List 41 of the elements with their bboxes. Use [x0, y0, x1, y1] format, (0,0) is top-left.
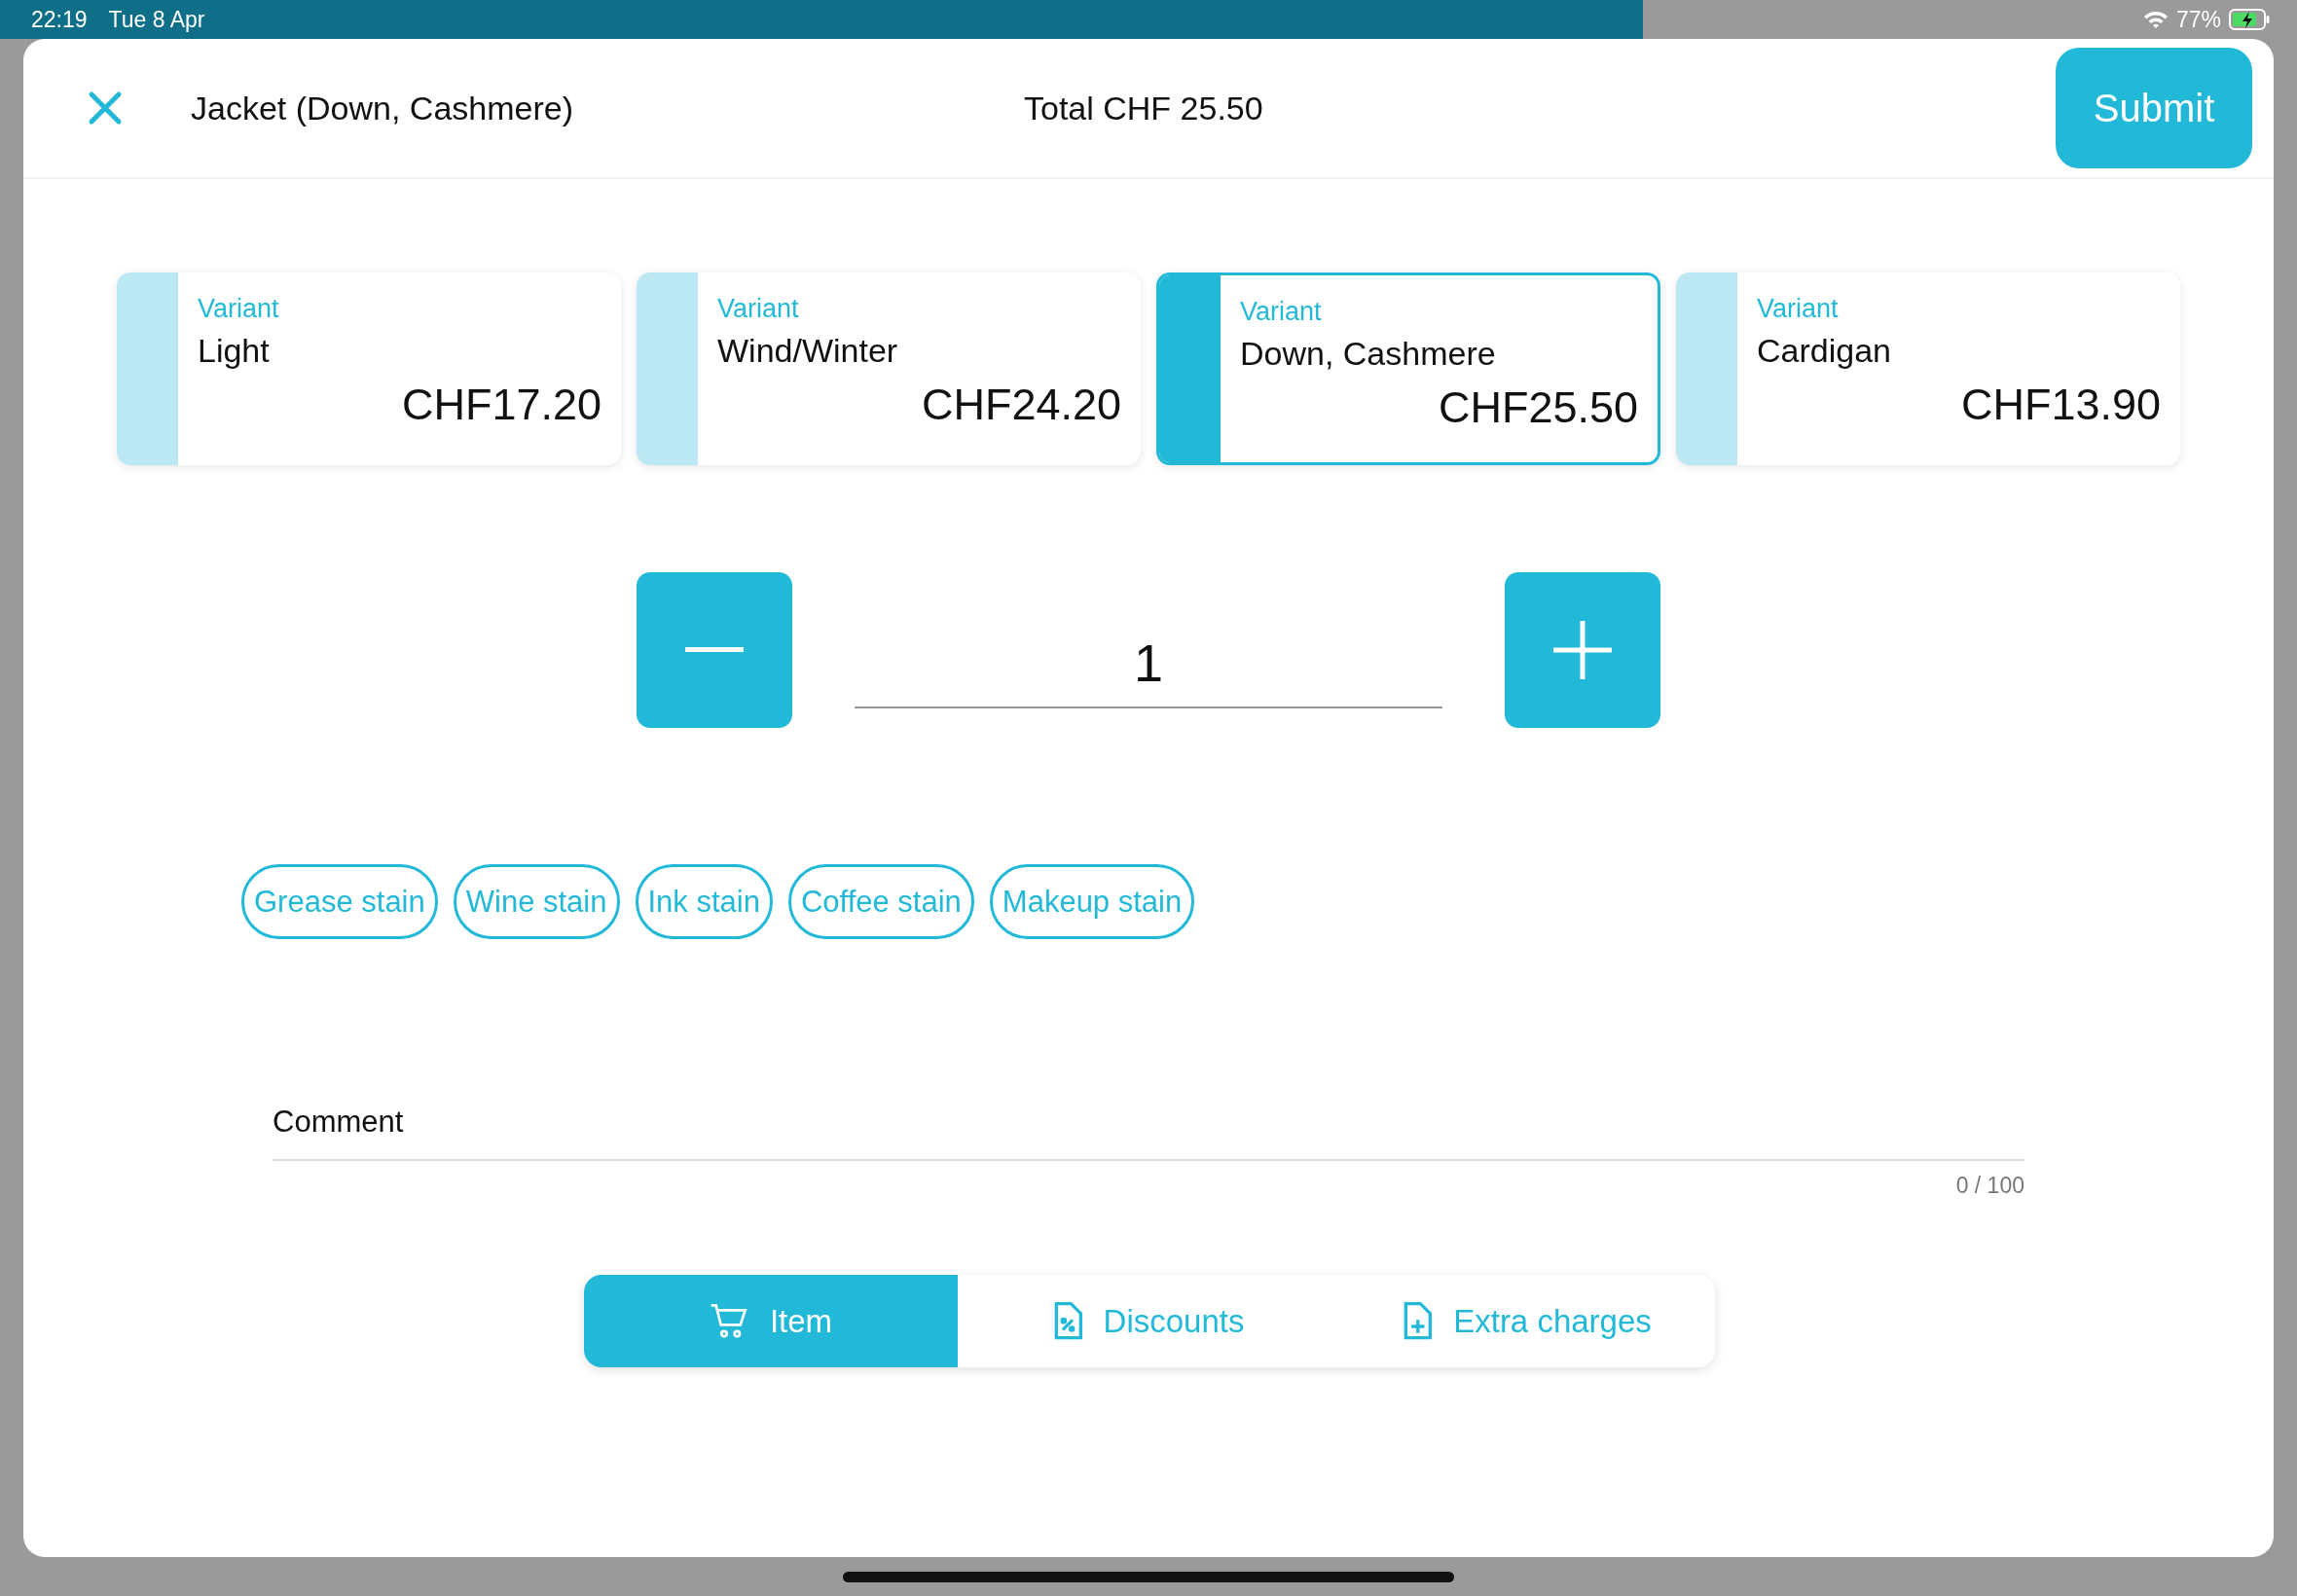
- variant-name: Wind/Winter: [717, 332, 898, 370]
- variant-card[interactable]: Variant Down, Cashmere CHF25.50: [1156, 272, 1660, 465]
- tab[interactable]: Extra charges: [1339, 1275, 1715, 1367]
- stain-chip[interactable]: Grease stain: [241, 864, 438, 939]
- cart-icon: [709, 1302, 748, 1340]
- variant-label: Variant: [1757, 294, 1839, 324]
- variant-price: CHF24.20: [921, 380, 1121, 430]
- item-title: Jacket (Down, Cashmere): [191, 89, 573, 127]
- tab[interactable]: Discounts: [958, 1275, 1339, 1367]
- quantity-field[interactable]: 1: [855, 619, 1442, 708]
- variant-card[interactable]: Variant Light CHF17.20: [117, 272, 621, 465]
- stain-chip[interactable]: Wine stain: [453, 864, 620, 939]
- plus-icon: [1553, 621, 1612, 679]
- battery-charging-icon: [2229, 9, 2270, 30]
- close-icon[interactable]: [88, 91, 123, 126]
- variant-name: Cardigan: [1757, 332, 1891, 370]
- variant-name: Light: [198, 332, 270, 370]
- character-counter: 0 / 100: [1955, 1173, 2024, 1199]
- submit-button[interactable]: Submit: [2056, 48, 2252, 168]
- plus-document-icon: [1403, 1301, 1433, 1341]
- variant-card[interactable]: Variant Wind/Winter CHF24.20: [637, 272, 1141, 465]
- status-time: 22:19: [31, 6, 88, 33]
- variant-price: CHF13.90: [1960, 380, 2161, 430]
- percent-document-icon: [1052, 1301, 1082, 1341]
- minus-icon: [685, 647, 744, 653]
- stain-chip[interactable]: Ink stain: [635, 864, 773, 939]
- total-price: Total CHF 25.50: [1024, 89, 1263, 127]
- increase-button[interactable]: [1505, 572, 1660, 728]
- stain-chip[interactable]: Coffee stain: [787, 864, 974, 939]
- variant-price: CHF17.20: [401, 380, 602, 430]
- status-date: Tue 8 Apr: [108, 6, 205, 33]
- variant-name: Down, Cashmere: [1240, 335, 1496, 373]
- variant-card[interactable]: Variant Cardigan CHF13.90: [1676, 272, 2180, 465]
- variant-label: Variant: [717, 294, 799, 324]
- tab[interactable]: Item: [584, 1275, 958, 1367]
- variant-price: CHF25.50: [1438, 382, 1638, 433]
- stain-chip[interactable]: Makeup stain: [989, 864, 1195, 939]
- wifi-icon: [2142, 10, 2169, 29]
- variant-label: Variant: [1240, 297, 1322, 327]
- variant-label: Variant: [198, 294, 279, 324]
- battery-percentage: 77%: [2175, 6, 2221, 33]
